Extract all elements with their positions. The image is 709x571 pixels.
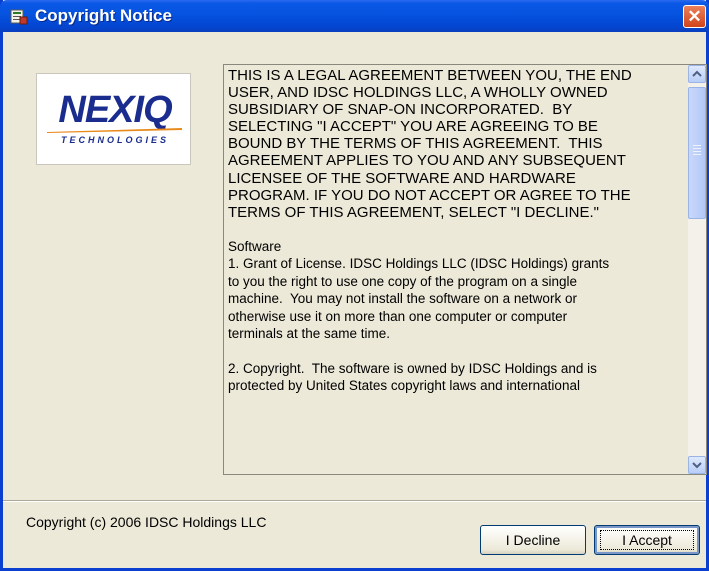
window-title: Copyright Notice — [35, 6, 172, 25]
scroll-thumb[interactable] — [688, 87, 706, 219]
legal-notice-line: AGREEMENT APPLIES TO YOU AND ANY SUBSEQU… — [228, 152, 626, 170]
scroll-down-button[interactable] — [688, 456, 706, 474]
accept-button[interactable]: I Accept — [594, 525, 700, 555]
legal-notice-line: SUBSIDIARY OF SNAP-ON INCORPORATED. BY — [228, 101, 573, 119]
thumb-grip — [693, 148, 701, 149]
legal-notice-line: BOUND BY THE TERMS OF THIS AGREEMENT. TH… — [228, 135, 603, 153]
chevron-down-icon — [692, 462, 702, 469]
chevron-up-icon — [692, 70, 702, 77]
agreement-text: THIS IS A LEGAL AGREEMENT BETWEEN YOU, T… — [228, 67, 688, 472]
legal-notice-line: PROGRAM. IF YOU DO NOT ACCEPT OR AGREE T… — [228, 186, 631, 204]
copyright-notice-dialog: Copyright Notice ✕ NEXIQ TECHNOLOGIES TH… — [0, 0, 709, 571]
grant-of-license-line: terminals at the same time. — [228, 326, 391, 342]
software-heading: Software — [228, 238, 282, 254]
close-icon: ✕ — [687, 7, 702, 26]
grant-of-license-line: 1. Grant of License. IDSC Holdings LLC (… — [228, 256, 610, 272]
grant-of-license-line: machine. You may not install the softwar… — [228, 291, 577, 307]
nexiq-logo: NEXIQ TECHNOLOGIES — [36, 73, 191, 165]
close-button[interactable]: ✕ — [683, 5, 706, 28]
decline-button[interactable]: I Decline — [480, 525, 586, 555]
scroll-up-button[interactable] — [688, 65, 706, 83]
logo-word: NEXIQ — [58, 89, 172, 131]
copyright-clause-line: protected by United States copyright law… — [228, 378, 580, 394]
title-bar[interactable]: Copyright Notice ✕ — [0, 0, 709, 32]
thumb-grip — [693, 145, 701, 146]
license-agreement-textbox[interactable]: THIS IS A LEGAL AGREEMENT BETWEEN YOU, T… — [223, 64, 707, 475]
focus-rectangle — [600, 530, 694, 550]
legal-notice-line: TERMS OF THIS AGREEMENT, SELECT "I DECLI… — [228, 203, 600, 221]
grant-of-license-line: otherwise use it on more than one comput… — [228, 308, 568, 324]
app-icon — [10, 9, 28, 25]
decline-button-label: I Decline — [505, 532, 561, 548]
copyright-clause-line: 2. Copyright. The software is owned by I… — [228, 360, 597, 376]
grant-of-license-line: to you the right to use one copy of the … — [228, 273, 577, 289]
legal-notice-line: LICENSEE OF THE SOFTWARE AND HARDWARE — [228, 169, 576, 187]
footer-divider — [3, 500, 706, 502]
logo-subtitle: TECHNOLOGIES — [60, 135, 169, 145]
legal-notice-line: USER, AND IDSC HOLDINGS LLC, A WHOLLY OW… — [228, 84, 608, 102]
vertical-scrollbar[interactable] — [688, 65, 706, 474]
legal-notice-line: THIS IS A LEGAL AGREEMENT BETWEEN YOU, T… — [228, 67, 632, 84]
logo-swoosh — [47, 128, 182, 133]
thumb-grip — [693, 154, 701, 155]
copyright-label: Copyright (c) 2006 IDSC Holdings LLC — [26, 514, 267, 530]
legal-notice-line: SELECTING "I ACCEPT" YOU ARE AGREEING TO… — [228, 118, 598, 136]
thumb-grip — [693, 151, 701, 152]
